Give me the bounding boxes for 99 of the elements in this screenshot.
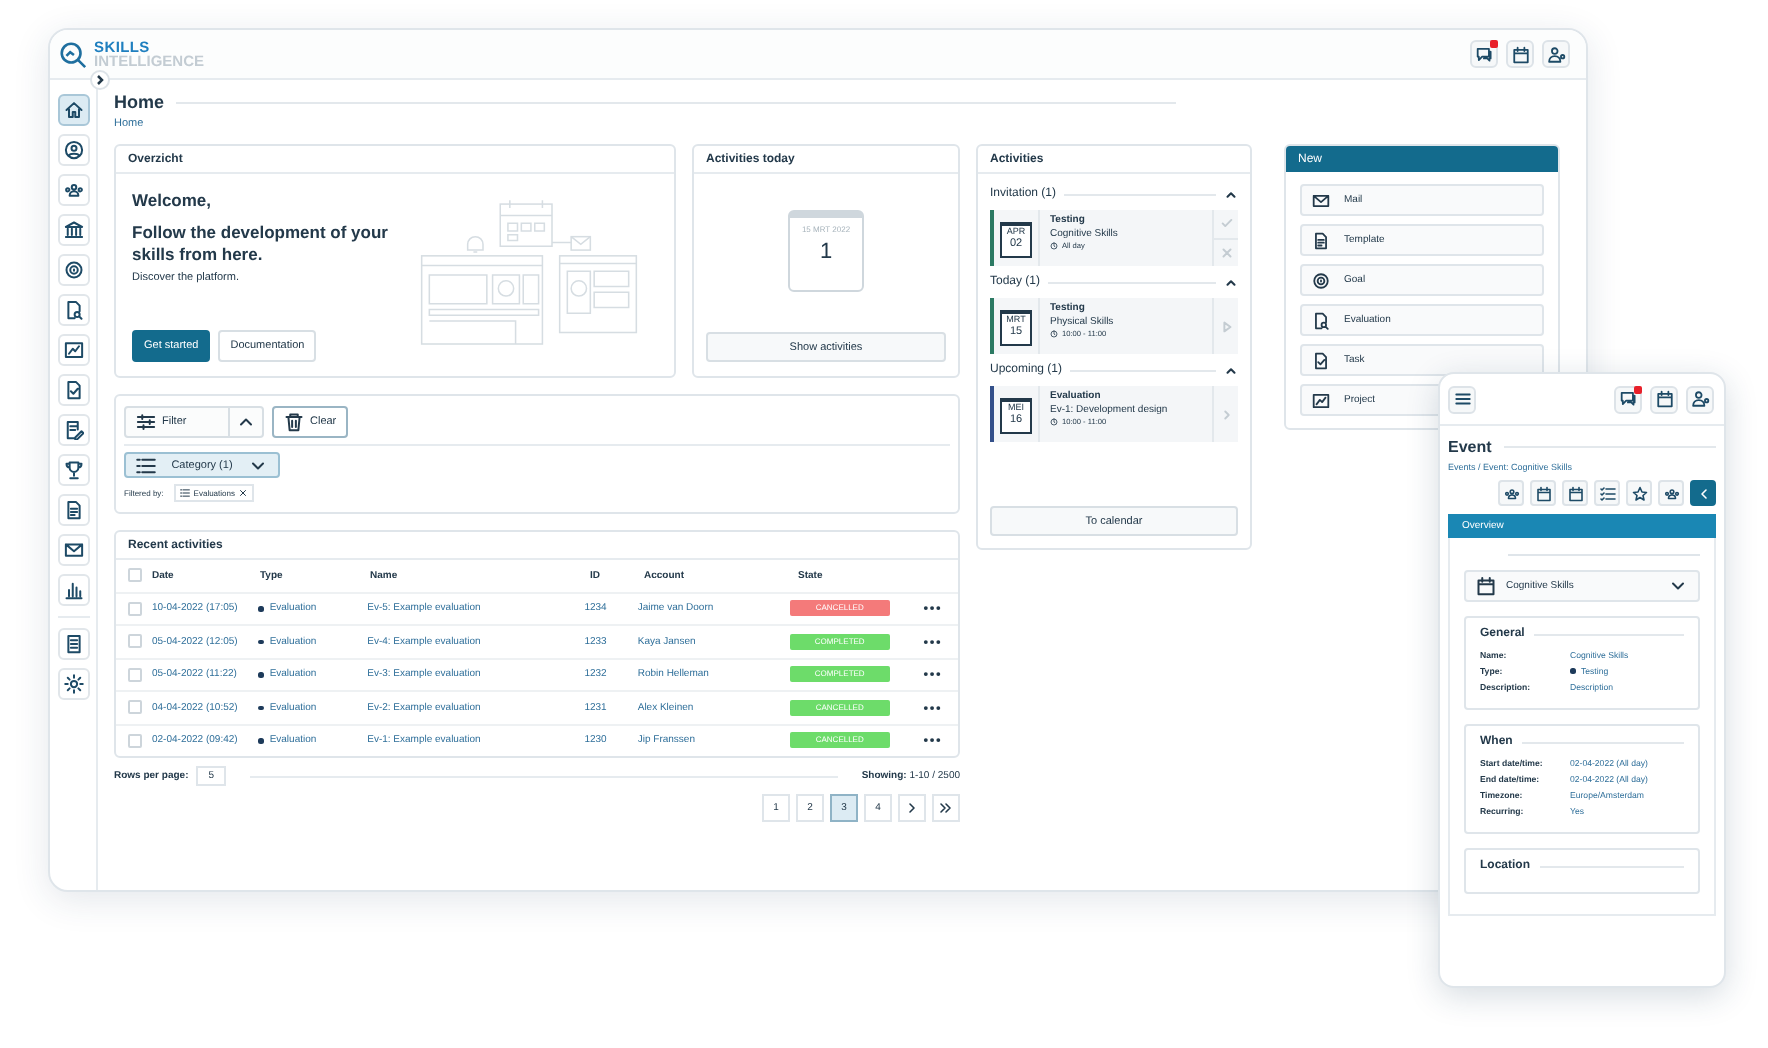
group-icon [1663, 485, 1679, 501]
chevron-right-icon [904, 800, 920, 816]
collapse-button[interactable] [1224, 275, 1238, 289]
document-icon [1312, 231, 1330, 249]
toolbar-button[interactable] [1690, 480, 1716, 506]
bar-chart-icon [63, 580, 83, 600]
mail-icon [1312, 191, 1330, 209]
welcome-text: Welcome, [132, 190, 214, 210]
sidebar-button[interactable] [57, 494, 89, 526]
collapse-button[interactable] [1224, 363, 1238, 377]
sliders-icon [136, 412, 156, 432]
chat-button[interactable] [1470, 40, 1498, 68]
collapse-button[interactable] [1224, 187, 1238, 201]
last-page-button[interactable] [932, 794, 960, 822]
sidebar-button[interactable] [57, 374, 89, 406]
bank-icon [63, 220, 83, 240]
sidebar-button[interactable] [57, 134, 89, 166]
chevron-right-icon [1219, 407, 1233, 421]
calendar-button[interactable] [1506, 40, 1534, 68]
menu-icon [1453, 390, 1471, 408]
group-icon [63, 180, 83, 200]
report-icon [63, 634, 83, 654]
sidebar-button[interactable] [57, 214, 89, 246]
bullet-icon [258, 738, 264, 743]
sidebar-button[interactable] [57, 628, 89, 660]
sidebar-button[interactable] [57, 254, 89, 286]
sidebar-button[interactable] [57, 294, 89, 326]
settings-icon [63, 674, 83, 694]
page-title: Event [1448, 438, 1492, 456]
sidebar-button[interactable] [57, 574, 89, 606]
play-icon [1219, 319, 1233, 333]
user-settings-button[interactable] [1686, 385, 1714, 413]
checklist-icon [1599, 485, 1615, 501]
chart-board-icon [63, 340, 83, 360]
group-icon [1503, 485, 1519, 501]
document-icon [63, 500, 83, 520]
bullet-icon [258, 672, 264, 677]
clock-icon [1050, 242, 1058, 250]
chat-button[interactable] [1614, 385, 1642, 413]
sidebar-button[interactable] [57, 174, 89, 206]
checkbox[interactable] [128, 733, 142, 748]
calendar-icon [1567, 485, 1583, 501]
user-settings-icon [1547, 45, 1565, 63]
close-icon [238, 488, 249, 498]
calendar-icon [1511, 45, 1529, 63]
bullet-icon [258, 639, 264, 644]
activity-count: 1 [819, 240, 833, 264]
calendar-icon [1476, 576, 1496, 596]
calendar-button[interactable] [1650, 385, 1678, 413]
chevron-left-icon [1695, 485, 1711, 501]
sidebar-button[interactable] [57, 334, 89, 366]
checkbox[interactable] [128, 568, 142, 583]
chart-board-icon [1312, 391, 1330, 409]
close-icon [1219, 245, 1233, 260]
document-check-icon [1312, 351, 1330, 369]
mail-icon [63, 540, 83, 560]
bullet-icon [258, 606, 264, 611]
sidebar-button[interactable] [57, 94, 89, 126]
star-icon [1631, 485, 1647, 501]
chevron-up-icon [1224, 363, 1238, 377]
page-title: Home [114, 92, 165, 112]
list-icon [136, 455, 156, 475]
user-icon [63, 140, 83, 160]
check-icon [1219, 216, 1233, 231]
double-chevron-icon [938, 800, 954, 816]
list-icon [179, 488, 190, 498]
chevron-right-icon[interactable] [90, 70, 110, 90]
chevron-up-icon [1224, 275, 1238, 289]
calendar-icon [1655, 390, 1673, 408]
home-icon [63, 100, 83, 120]
sidebar-button[interactable] [57, 454, 89, 486]
chevron-up-icon [1224, 187, 1238, 201]
clock-icon [1050, 330, 1058, 338]
bullet-icon [258, 705, 264, 710]
document-edit-icon [63, 420, 83, 440]
document-check-icon [63, 380, 83, 400]
next-page-button[interactable] [898, 794, 926, 822]
user-settings-button[interactable] [1542, 40, 1570, 68]
clock-icon [1050, 418, 1058, 426]
chat-icon [1619, 390, 1637, 408]
trash-icon [284, 412, 304, 432]
checkbox[interactable] [128, 601, 142, 616]
trophy-icon [63, 460, 83, 480]
sidebar-button[interactable] [57, 534, 89, 566]
magnifier-logo-icon [58, 39, 88, 69]
checkbox[interactable] [128, 634, 142, 649]
target-icon [1312, 271, 1330, 289]
document-search-icon [1312, 311, 1330, 329]
document-search-icon [63, 300, 83, 320]
checkbox[interactable] [128, 667, 142, 682]
headline-text: Follow the development of your skills from here. [132, 222, 390, 266]
sidebar-button[interactable] [57, 668, 89, 700]
calendar-icon [1535, 485, 1551, 501]
target-icon [63, 260, 83, 280]
chat-icon [1475, 45, 1493, 63]
sidebar-button[interactable] [57, 414, 89, 446]
menu-button[interactable] [1448, 385, 1476, 413]
checkbox[interactable] [128, 700, 142, 715]
user-settings-icon [1691, 390, 1709, 408]
